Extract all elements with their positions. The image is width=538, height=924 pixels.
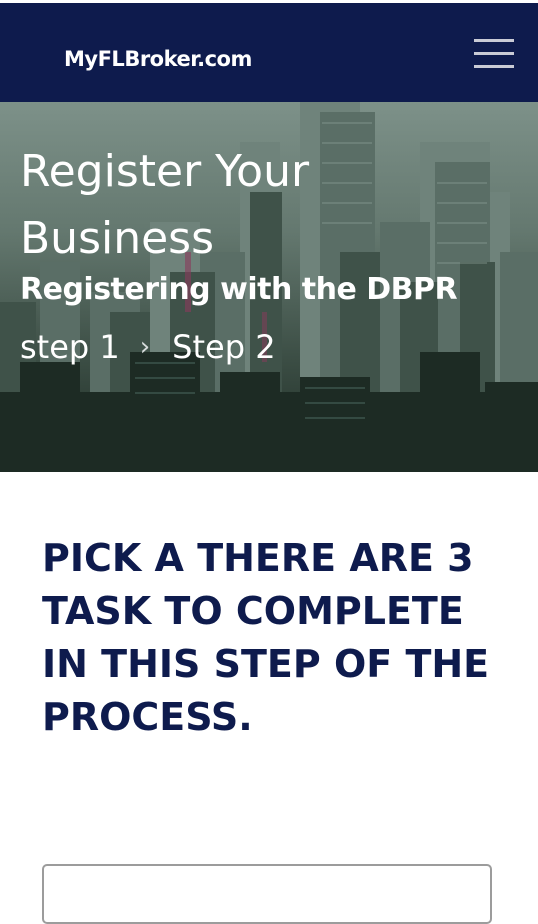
hamburger-menu-button[interactable] xyxy=(474,39,516,69)
breadcrumb-current-step: Step 2 xyxy=(172,328,276,366)
hero-banner: Register Your Business Registering with … xyxy=(0,102,538,472)
hamburger-icon-line xyxy=(474,65,514,68)
hamburger-icon-line xyxy=(474,52,514,55)
chevron-right-icon: › xyxy=(139,332,151,362)
hamburger-icon xyxy=(474,39,514,42)
task-select-field[interactable] xyxy=(42,864,492,924)
page-title: Register Your Business xyxy=(20,146,310,264)
breadcrumb: step 1 › Step 2 xyxy=(20,328,276,366)
brand-logo-text[interactable]: MyFLBroker.com xyxy=(64,47,252,71)
section-heading: PICK A THERE ARE 3 TASK TO COMPLETE IN T… xyxy=(42,536,490,739)
site-header: MyFLBroker.com xyxy=(0,0,538,102)
page-subtitle: Registering with the DBPR xyxy=(20,272,458,307)
breadcrumb-step-1-link[interactable]: step 1 xyxy=(20,328,120,366)
